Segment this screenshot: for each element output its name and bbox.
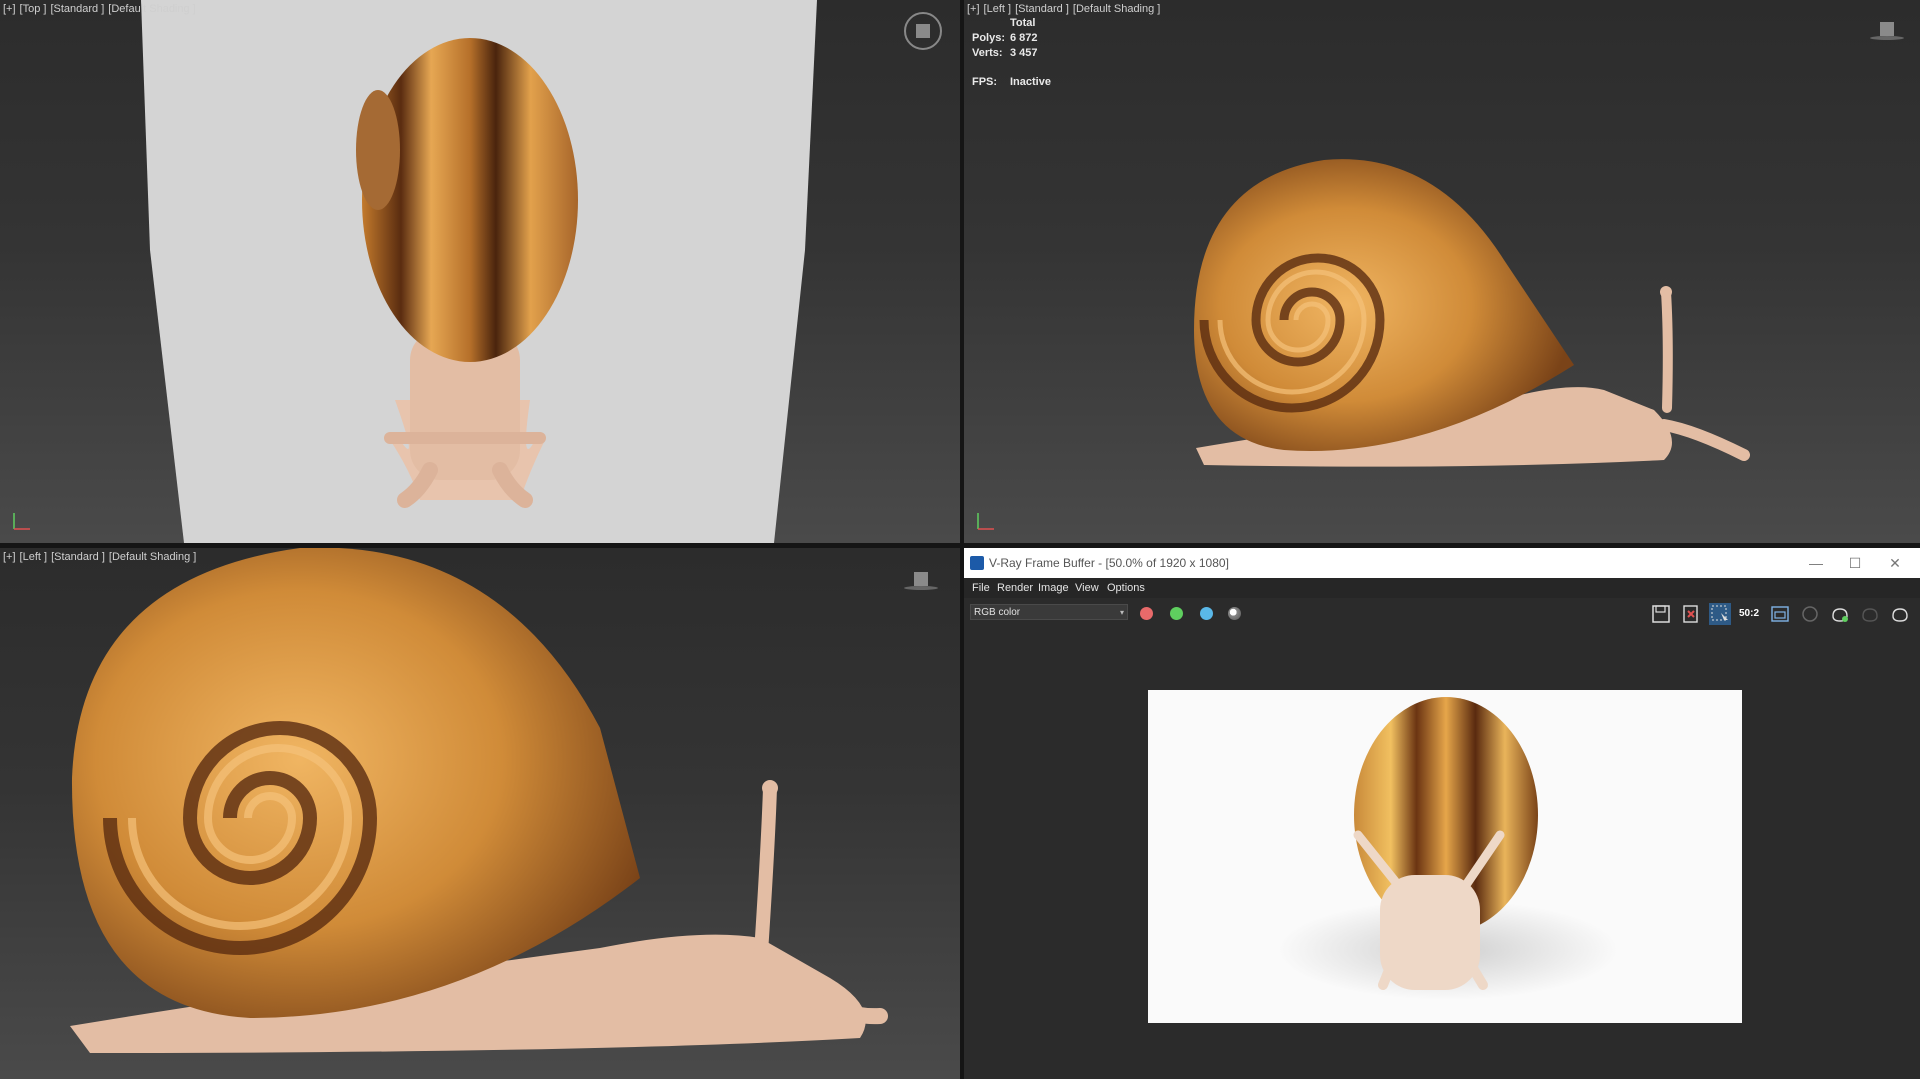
close-button[interactable]: ✕ xyxy=(1878,552,1912,574)
viewport-left-bottom[interactable]: [+] [Left ] [Standard ] [Default Shading ] xyxy=(0,548,960,1079)
vray-frame-buffer-window: V-Ray Frame Buffer - [50.0% of 1920 x 10… xyxy=(964,548,1920,1079)
window-titlebar[interactable]: V-Ray Frame Buffer - [50.0% of 1920 x 10… xyxy=(964,548,1920,578)
menu-render[interactable]: Render xyxy=(997,582,1033,594)
channel-select[interactable]: RGB color ▾ xyxy=(970,604,1128,620)
save-icon[interactable] xyxy=(1650,603,1672,625)
menu-options[interactable]: Options xyxy=(1107,582,1145,594)
viewport-statistics: Total Polys: 6 872 Verts: 3 457 FPS: Inacti… xyxy=(972,17,1051,88)
menu-bar: File Render Image View Options xyxy=(964,578,1920,598)
axis-tripod-icon xyxy=(977,513,994,530)
region-select-icon[interactable] xyxy=(1709,603,1731,625)
alpha-channel-button[interactable] xyxy=(1228,607,1241,620)
window-title: V-Ray Frame Buffer - [50.0% of 1920 x 10… xyxy=(989,556,1229,570)
render-last-icon[interactable] xyxy=(1889,603,1911,625)
viewcube-gizmo[interactable] xyxy=(1870,20,1904,42)
menu-view[interactable]: View xyxy=(1075,582,1099,594)
viewport-top[interactable]: [+] [Top ] [Standard ] [Default Shading ] xyxy=(0,0,960,543)
snail-top-view xyxy=(141,0,817,543)
snail-body xyxy=(1380,875,1480,990)
rendered-snail xyxy=(1278,697,1618,1000)
viewport-label[interactable]: [+] [Left ] [Standard ] [Default Shading ] xyxy=(967,3,1164,15)
viewport-label[interactable]: [+] [Top ] [Standard ] [Default Shading ] xyxy=(3,3,200,15)
viewport-label[interactable]: [+] [Left ] [Standard ] [Default Shading ] xyxy=(3,551,200,563)
render-image[interactable] xyxy=(1148,690,1742,1023)
menu-file[interactable]: File xyxy=(972,582,990,594)
snail-close-view xyxy=(70,548,888,1053)
viewcube-gizmo[interactable] xyxy=(904,570,938,592)
vray-app-icon xyxy=(970,556,984,570)
menu-image[interactable]: Image xyxy=(1038,582,1069,594)
viewport-left-top[interactable]: [+] [Left ] [Standard ] [Default Shading ] … xyxy=(964,0,1920,543)
vfb-toolbar: RGB color ▾ 50:2 xyxy=(964,598,1920,628)
red-channel-button[interactable] xyxy=(1140,607,1153,620)
axis-tripod-icon xyxy=(13,513,30,530)
render-teapot-icon[interactable] xyxy=(1829,603,1851,625)
clear-icon[interactable] xyxy=(1680,603,1702,625)
blue-channel-button[interactable] xyxy=(1200,607,1213,620)
minimize-button[interactable]: — xyxy=(1799,552,1833,574)
render-interactive-icon[interactable] xyxy=(1859,603,1881,625)
maximize-button[interactable]: ☐ xyxy=(1838,552,1872,574)
snail-side-view xyxy=(1194,159,1750,467)
zoom-icon[interactable]: 50:2 xyxy=(1739,603,1761,625)
track-mouse-icon[interactable] xyxy=(1769,603,1791,625)
stop-render-icon[interactable] xyxy=(1799,603,1821,625)
green-channel-button[interactable] xyxy=(1170,607,1183,620)
snail-shell xyxy=(362,38,578,362)
viewcube-gizmo[interactable] xyxy=(904,12,942,50)
